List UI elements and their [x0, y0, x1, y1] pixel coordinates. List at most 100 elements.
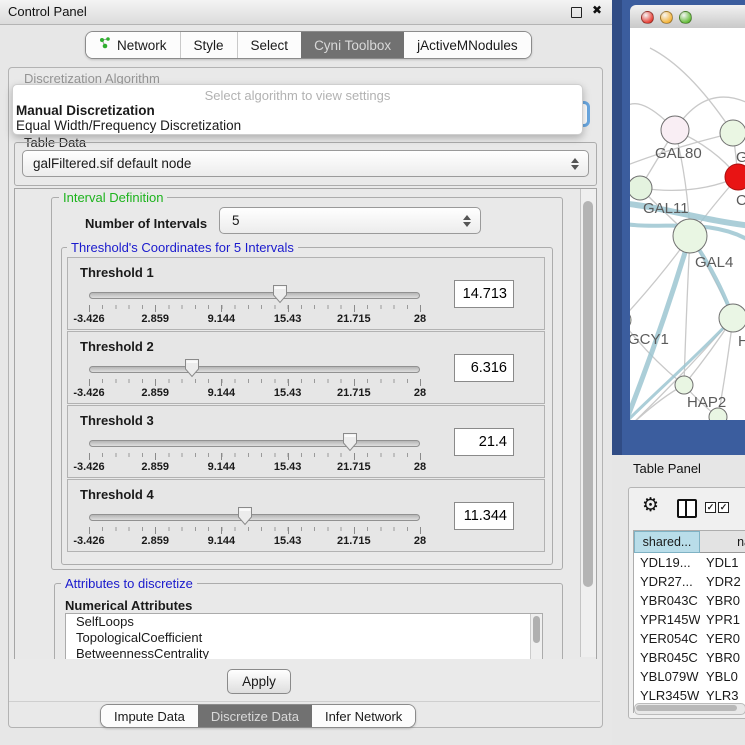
tab-jactivemnodules[interactable]: jActiveMNodules: [404, 32, 531, 58]
minimize-traffic-light-icon[interactable]: [660, 11, 673, 24]
checkbox-icon[interactable]: ✓: [718, 502, 729, 513]
apply-button[interactable]: Apply: [227, 669, 291, 694]
threshold-slider[interactable]: -3.4262.8599.14415.4321.71528: [89, 480, 420, 553]
table-row[interactable]: YBR043CYBR0: [634, 591, 745, 610]
slider-track[interactable]: [89, 440, 420, 447]
float-window-icon[interactable]: [571, 7, 582, 18]
tab-impute-data[interactable]: Impute Data: [101, 705, 198, 727]
table-row[interactable]: YBL079WYBL0: [634, 667, 745, 686]
tab-select[interactable]: Select: [237, 32, 302, 58]
network-node[interactable]: [630, 310, 631, 330]
network-node[interactable]: [673, 219, 707, 253]
slider-thumb[interactable]: [237, 506, 253, 526]
table-row[interactable]: YER054CYER0: [634, 629, 745, 648]
tick-label: 28: [414, 313, 426, 325]
zoom-traffic-light-icon[interactable]: [679, 11, 692, 24]
split-columns-icon[interactable]: [677, 499, 697, 518]
attributes-scrollbar[interactable]: [530, 614, 542, 660]
threshold-value-input[interactable]: [454, 428, 514, 456]
table-row[interactable]: YDR27...YDR2: [634, 572, 745, 591]
major-tick: [221, 379, 222, 386]
table-row[interactable]: YBR045CYBR0: [634, 648, 745, 667]
tab-style[interactable]: Style: [180, 32, 237, 58]
apply-button-row: [9, 659, 600, 702]
node-label: GCY1: [630, 331, 669, 348]
major-tick: [288, 453, 289, 460]
panel-scrollbar[interactable]: [580, 189, 596, 657]
tab-label: Discretize Data: [211, 709, 299, 724]
algorithm-dropdown-popup: Select algorithm to view settings Manual…: [12, 84, 583, 135]
table-cell: YBR045C: [634, 648, 700, 667]
table-data-value: galFiltered.sif default node: [23, 156, 570, 171]
gear-icon[interactable]: ⚙: [642, 494, 659, 516]
table-row[interactable]: YPR145WYPR1: [634, 610, 745, 629]
tick-label: 2.859: [141, 535, 169, 547]
network-edge[interactable]: [640, 177, 738, 190]
node-label: GAL11: [643, 200, 689, 217]
network-canvas[interactable]: GAL80GACGAL11GAL4GCY1HHAP2: [630, 28, 745, 420]
tab-label: jActiveMNodules: [417, 38, 518, 53]
network-node[interactable]: [661, 116, 689, 144]
attribute-list-item[interactable]: BetweennessCentrality: [66, 646, 542, 660]
attribute-list-item[interactable]: TopologicalCoefficient: [66, 630, 542, 646]
network-node[interactable]: [630, 176, 652, 200]
table-horizontal-scrollbar[interactable]: [634, 703, 745, 715]
threshold-slider[interactable]: -3.4262.8599.14415.4321.71528: [89, 332, 420, 405]
close-icon[interactable]: ✖: [592, 3, 602, 17]
tab-network[interactable]: Network: [86, 32, 180, 58]
table-column-header[interactable]: na: [700, 531, 745, 553]
tab-discretize-data[interactable]: Discretize Data: [198, 705, 312, 727]
slider-track[interactable]: [89, 514, 420, 521]
threshold-panel: Threshold 3-3.4262.8599.14415.4321.71528: [67, 405, 545, 478]
attribute-list-item[interactable]: SelfLoops: [66, 614, 542, 630]
major-tick: [420, 453, 421, 460]
network-node[interactable]: [675, 376, 693, 394]
node-label: GAL80: [655, 145, 702, 162]
slider-thumb[interactable]: [272, 284, 288, 304]
close-traffic-light-icon[interactable]: [641, 11, 654, 24]
number-of-intervals-combobox[interactable]: 5: [219, 207, 481, 234]
algorithm-option[interactable]: Manual Discretization: [13, 103, 582, 118]
threshold-slider[interactable]: -3.4262.8599.14415.4321.71528: [89, 406, 420, 479]
threshold-slider[interactable]: -3.4262.8599.14415.4321.71528: [89, 258, 420, 331]
table-cell: YDL1: [700, 553, 745, 572]
tab-cyni-toolbox[interactable]: Cyni Toolbox: [301, 32, 404, 58]
control-panel-tabs: NetworkStyleSelectCyni Toolbox jActiveMNo…: [85, 31, 532, 59]
checkbox-icon[interactable]: ✓: [705, 502, 716, 513]
algorithm-option[interactable]: Equal Width/Frequency Discretization: [13, 118, 582, 133]
major-tick: [155, 305, 156, 312]
table-column-header[interactable]: shared...: [634, 531, 700, 553]
major-tick: [155, 453, 156, 460]
stepper-arrows-icon: [462, 215, 471, 227]
table-cell: YBR043C: [634, 591, 700, 610]
major-tick: [288, 379, 289, 386]
network-node[interactable]: [725, 164, 745, 190]
table-cell: YER054C: [634, 629, 700, 648]
tick-label: 2.859: [141, 313, 169, 325]
thresholds-group-title: Threshold's Coordinates for 5 Intervals: [67, 240, 298, 255]
major-tick: [420, 379, 421, 386]
numerical-attributes-list[interactable]: SelfLoopsTopologicalCoefficientBetweenne…: [65, 613, 543, 660]
table-row[interactable]: YDL19...YDL1: [634, 553, 745, 572]
network-node[interactable]: [719, 304, 745, 332]
network-node[interactable]: [720, 120, 745, 146]
threshold-value-input[interactable]: [454, 354, 514, 382]
tab-infer-network[interactable]: Infer Network: [312, 705, 415, 727]
tick-label: 9.144: [208, 535, 236, 547]
slider-track[interactable]: [89, 366, 420, 373]
threshold-value-input[interactable]: [454, 280, 514, 308]
table-data-combobox[interactable]: galFiltered.sif default node: [22, 150, 589, 177]
threshold-panel: Threshold 2-3.4262.8599.14415.4321.71528: [67, 331, 545, 404]
slider-thumb[interactable]: [184, 358, 200, 378]
table-cell: YDR27...: [634, 572, 700, 591]
major-tick: [288, 305, 289, 312]
major-tick: [354, 453, 355, 460]
threshold-panel: Threshold 4-3.4262.8599.14415.4321.71528: [67, 479, 545, 552]
scrollbar-thumb[interactable]: [583, 201, 593, 587]
slider-ticks: [89, 527, 420, 531]
threshold-value-input[interactable]: [454, 502, 514, 530]
network-edge[interactable]: [650, 48, 733, 133]
slider-track[interactable]: [89, 292, 420, 299]
slider-thumb[interactable]: [342, 432, 358, 452]
table-cell: YBR0: [700, 591, 745, 610]
